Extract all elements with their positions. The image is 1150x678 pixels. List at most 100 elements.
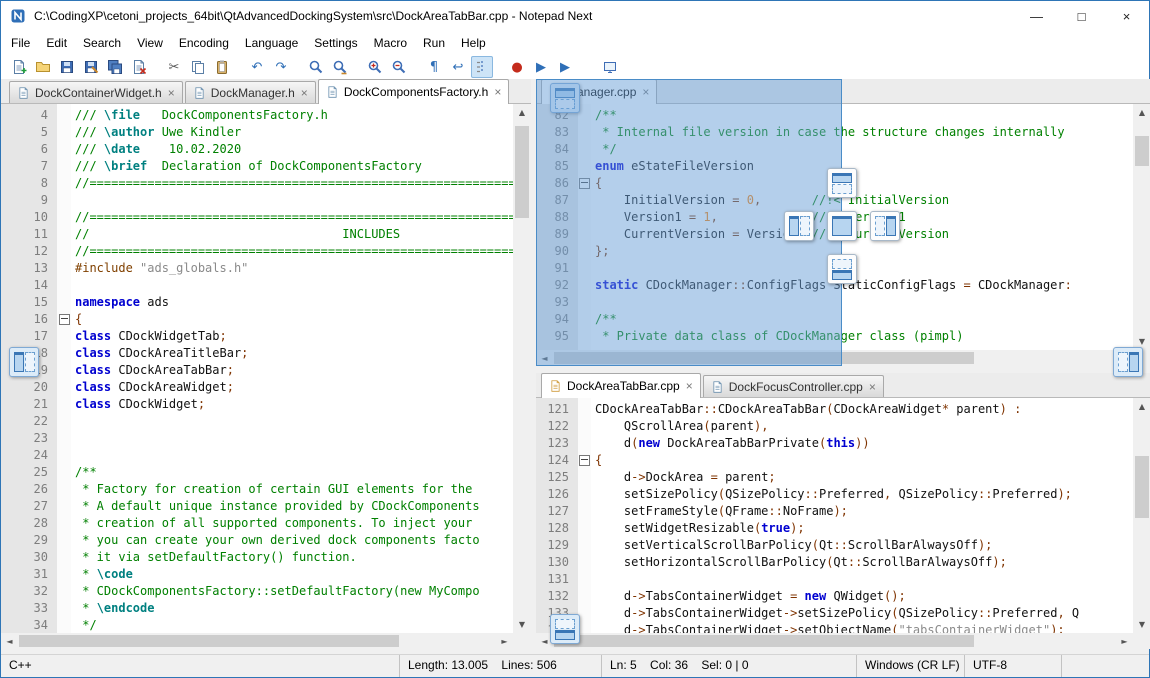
code-line[interactable]: 25/** — [1, 464, 513, 481]
code-line[interactable]: 130 setHorizontalScrollBarPolicy(Qt::Scr… — [536, 554, 1133, 571]
horizontal-scrollbar[interactable]: ◄ ► — [1, 633, 513, 649]
redo-button[interactable]: ↷ — [270, 56, 292, 78]
undo-button[interactable]: ↶ — [246, 56, 268, 78]
replace-button[interactable] — [329, 56, 351, 78]
line-number[interactable]: 25 — [1, 464, 57, 481]
close-tab-icon[interactable]: × — [686, 380, 693, 392]
fold-marker-icon[interactable] — [579, 455, 590, 466]
line-number[interactable]: 131 — [536, 571, 578, 588]
scroll-left-icon[interactable]: ◄ — [1, 633, 18, 649]
line-number[interactable]: 129 — [536, 537, 578, 554]
line-number[interactable]: 123 — [536, 435, 578, 452]
scrollbar-thumb[interactable] — [554, 635, 974, 647]
tab-dockareatabbar-cpp[interactable]: DockAreaTabBar.cpp× — [541, 373, 701, 398]
copy-button[interactable] — [187, 56, 209, 78]
close-tab-icon[interactable]: × — [869, 381, 876, 393]
paste-button[interactable] — [211, 56, 233, 78]
menu-file[interactable]: File — [3, 33, 38, 53]
drop-area-indicator-top[interactable] — [827, 168, 857, 198]
close-tab-icon[interactable]: × — [301, 87, 308, 99]
line-number[interactable]: 7 — [1, 158, 57, 175]
menu-language[interactable]: Language — [237, 33, 306, 53]
line-number[interactable]: 34 — [1, 617, 57, 633]
line-number[interactable]: 17 — [1, 328, 57, 345]
code-line[interactable]: 4/// \file DockComponentsFactory.h — [1, 107, 513, 124]
code-editor-left[interactable]: 4/// \file DockComponentsFactory.h5/// \… — [1, 104, 513, 633]
line-number[interactable]: 32 — [1, 583, 57, 600]
line-number[interactable]: 13 — [1, 260, 57, 277]
title-bar[interactable]: C:\CodingXP\cetoni_projects_64bit\QtAdva… — [1, 1, 1149, 31]
code-line[interactable]: 5/// \author Uwe Kindler — [1, 124, 513, 141]
show-indent-guide-button[interactable] — [471, 56, 493, 78]
menu-run[interactable]: Run — [415, 33, 453, 53]
code-line[interactable]: 134 d->TabsContainerWidget->setObjectNam… — [536, 622, 1133, 633]
code-line[interactable]: 7/// \brief Declaration of DockComponent… — [1, 158, 513, 175]
code-line[interactable]: 24 — [1, 447, 513, 464]
drop-area-indicator-bottom[interactable] — [827, 254, 857, 284]
code-line[interactable]: 129 setVerticalScrollBarPolicy(Qt::Scrol… — [536, 537, 1133, 554]
menu-view[interactable]: View — [129, 33, 171, 53]
zoom-in-button[interactable] — [364, 56, 386, 78]
horizontal-scrollbar[interactable]: ◄ ► — [536, 633, 1133, 649]
line-number[interactable]: 6 — [1, 141, 57, 158]
show-all-characters-button[interactable]: ¶ — [423, 56, 445, 78]
vertical-scrollbar[interactable]: ▲ ▼ — [1133, 104, 1150, 350]
line-number[interactable]: 22 — [1, 413, 57, 430]
line-number[interactable]: 23 — [1, 430, 57, 447]
code-line[interactable]: 122 QScrollArea(parent), — [536, 418, 1133, 435]
line-number[interactable]: 14 — [1, 277, 57, 294]
maximize-button[interactable]: □ — [1059, 1, 1104, 31]
code-line[interactable]: 22 — [1, 413, 513, 430]
line-number[interactable]: 26 — [1, 481, 57, 498]
code-line[interactable]: 14 — [1, 277, 513, 294]
splitter-horizontal[interactable] — [536, 366, 1150, 373]
code-line[interactable]: 15namespace ads — [1, 294, 513, 311]
tab-dockcomponentsfactory-h[interactable]: DockComponentsFactory.h× — [318, 79, 510, 104]
line-number[interactable]: 33 — [1, 600, 57, 617]
find-button[interactable] — [305, 56, 327, 78]
new-file-button[interactable] — [8, 56, 30, 78]
open-file-button[interactable] — [32, 56, 54, 78]
tab-dockmanager-h[interactable]: DockManager.h× — [185, 81, 316, 103]
menu-edit[interactable]: Edit — [38, 33, 75, 53]
container-drop-indicator-right[interactable] — [1113, 347, 1143, 377]
code-line[interactable]: 20class CDockAreaWidget; — [1, 379, 513, 396]
close-file-button[interactable] — [128, 56, 150, 78]
code-line[interactable]: 126 setSizePolicy(QSizePolicy::Preferred… — [536, 486, 1133, 503]
line-number[interactable]: 127 — [536, 503, 578, 520]
line-number[interactable]: 21 — [1, 396, 57, 413]
code-line[interactable]: 121CDockAreaTabBar::CDockAreaTabBar(CDoc… — [536, 401, 1133, 418]
code-line[interactable]: 131 — [536, 571, 1133, 588]
record-macro-button[interactable]: ● — [506, 56, 528, 78]
drop-area-indicator-right[interactable] — [870, 211, 900, 241]
close-button[interactable]: × — [1104, 1, 1149, 31]
scrollbar-thumb[interactable] — [1135, 456, 1149, 518]
scroll-down-icon[interactable]: ▼ — [1133, 616, 1150, 633]
cut-button[interactable]: ✂ — [163, 56, 185, 78]
line-number[interactable]: 128 — [536, 520, 578, 537]
code-line[interactable]: 30 * it via setDefaultFactory() function… — [1, 549, 513, 566]
scroll-up-icon[interactable]: ▲ — [513, 104, 531, 121]
code-line[interactable]: 31 * \code — [1, 566, 513, 583]
container-drop-indicator-bottom[interactable] — [550, 614, 580, 644]
line-number[interactable]: 29 — [1, 532, 57, 549]
code-line[interactable]: 19class CDockAreaTabBar; — [1, 362, 513, 379]
fold-marker-icon[interactable] — [59, 314, 70, 325]
code-line[interactable]: 133 d->TabsContainerWidget->setSizePolic… — [536, 605, 1133, 622]
run-macro-multiple-button[interactable]: ▶ — [554, 56, 576, 78]
vertical-scrollbar[interactable]: ▲ ▼ — [1133, 398, 1150, 633]
code-line[interactable]: 124{ — [536, 452, 1133, 469]
dock-windows-button[interactable] — [599, 56, 621, 78]
code-line[interactable]: 28 * creation of all supported component… — [1, 515, 513, 532]
code-line[interactable]: 10//====================================… — [1, 209, 513, 226]
code-line[interactable]: 123 d(new DockAreaTabBarPrivate(this)) — [536, 435, 1133, 452]
tab-dockfocuscontroller-cpp[interactable]: DockFocusController.cpp× — [703, 375, 884, 397]
scroll-right-icon[interactable]: ► — [1116, 633, 1133, 649]
code-line[interactable]: 18class CDockAreaTitleBar; — [1, 345, 513, 362]
line-number[interactable]: 126 — [536, 486, 578, 503]
line-number[interactable]: 27 — [1, 498, 57, 515]
code-line[interactable]: 8//=====================================… — [1, 175, 513, 192]
menu-macro[interactable]: Macro — [366, 33, 415, 53]
word-wrap-button[interactable]: ↩ — [447, 56, 469, 78]
line-number[interactable]: 20 — [1, 379, 57, 396]
